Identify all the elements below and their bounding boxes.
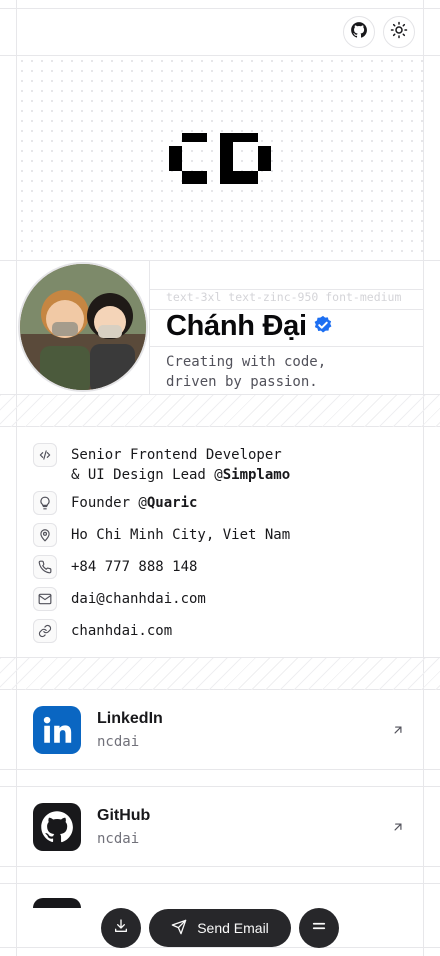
section-divider bbox=[0, 395, 440, 427]
map-pin-icon bbox=[33, 523, 57, 547]
info-item-founder: Founder @Quaric bbox=[33, 491, 197, 515]
send-email-label: Send Email bbox=[197, 920, 269, 936]
send-email-button[interactable]: Send Email bbox=[149, 909, 291, 947]
social-name: LinkedIn bbox=[97, 710, 163, 727]
info-text: Founder @Quaric bbox=[71, 493, 197, 513]
class-hint: text-3xl text-zinc-950 font-medium bbox=[166, 290, 402, 304]
info-item-job: Senior Frontend Developer & UI Design Le… bbox=[33, 443, 290, 485]
email-link[interactable]: dai@chanhdai.com bbox=[71, 589, 206, 609]
github-button[interactable] bbox=[343, 16, 375, 48]
job-title: Senior Frontend Developer bbox=[71, 447, 282, 463]
founder-company-link[interactable]: Quaric bbox=[147, 495, 198, 511]
frame-line bbox=[0, 883, 440, 884]
info-item-website[interactable]: chanhdai.com bbox=[33, 619, 172, 643]
phone-icon bbox=[33, 555, 57, 579]
menu-button[interactable] bbox=[299, 908, 339, 948]
header bbox=[0, 8, 440, 55]
send-icon bbox=[171, 919, 187, 938]
arrow-up-right-icon bbox=[391, 723, 405, 742]
social-handle: ncdai bbox=[97, 734, 140, 750]
link-icon bbox=[33, 619, 57, 643]
social-handle: ncdai bbox=[97, 831, 140, 847]
verified-badge-icon bbox=[313, 310, 333, 343]
job-role: & UI Design Lead @ bbox=[71, 467, 223, 483]
theme-toggle-button[interactable] bbox=[383, 16, 415, 48]
info-item-phone[interactable]: +84 777 888 148 bbox=[33, 555, 197, 579]
download-button[interactable] bbox=[101, 908, 141, 948]
info-item-email[interactable]: dai@chanhdai.com bbox=[33, 587, 206, 611]
linkedin-icon bbox=[33, 706, 81, 754]
social-card-linkedin[interactable]: LinkedIn ncdai bbox=[17, 690, 423, 770]
info-item-location: Ho Chi Minh City, Viet Nam bbox=[33, 523, 291, 547]
arrow-up-right-icon bbox=[391, 820, 405, 839]
github-icon bbox=[350, 21, 368, 44]
avatar bbox=[18, 262, 148, 392]
tagline: Creating with code, driven by passion. bbox=[166, 354, 327, 390]
profile-name: Chánh Đại bbox=[166, 310, 333, 343]
info-text: Senior Frontend Developer & UI Design Le… bbox=[71, 445, 290, 485]
menu-icon bbox=[310, 917, 328, 940]
frame-line bbox=[149, 261, 150, 394]
website-link[interactable]: chanhdai.com bbox=[71, 621, 172, 641]
frame-line bbox=[0, 260, 440, 261]
code-icon bbox=[33, 443, 57, 467]
lightbulb-icon bbox=[33, 491, 57, 515]
cd-logo bbox=[169, 133, 271, 184]
phone-link[interactable]: +84 777 888 148 bbox=[71, 557, 197, 577]
company-link[interactable]: Simplamo bbox=[223, 467, 290, 483]
social-name: GitHub bbox=[97, 807, 151, 824]
frame-line-right bbox=[423, 0, 424, 956]
banner bbox=[17, 56, 423, 260]
sun-icon bbox=[390, 21, 408, 44]
location-text: Ho Chi Minh City, Viet Nam bbox=[71, 527, 291, 543]
mail-icon bbox=[33, 587, 57, 611]
frame-line bbox=[150, 346, 423, 347]
download-icon bbox=[113, 918, 129, 939]
founder-label: Founder @ bbox=[71, 495, 147, 511]
social-logo-partial bbox=[33, 898, 81, 908]
section-divider bbox=[0, 658, 440, 690]
profile-name-text: Chánh Đại bbox=[166, 310, 307, 342]
github-logo-icon bbox=[33, 803, 81, 851]
social-card-github[interactable]: GitHub ncdai bbox=[17, 787, 423, 867]
bottom-action-bar: Send Email bbox=[0, 908, 440, 948]
